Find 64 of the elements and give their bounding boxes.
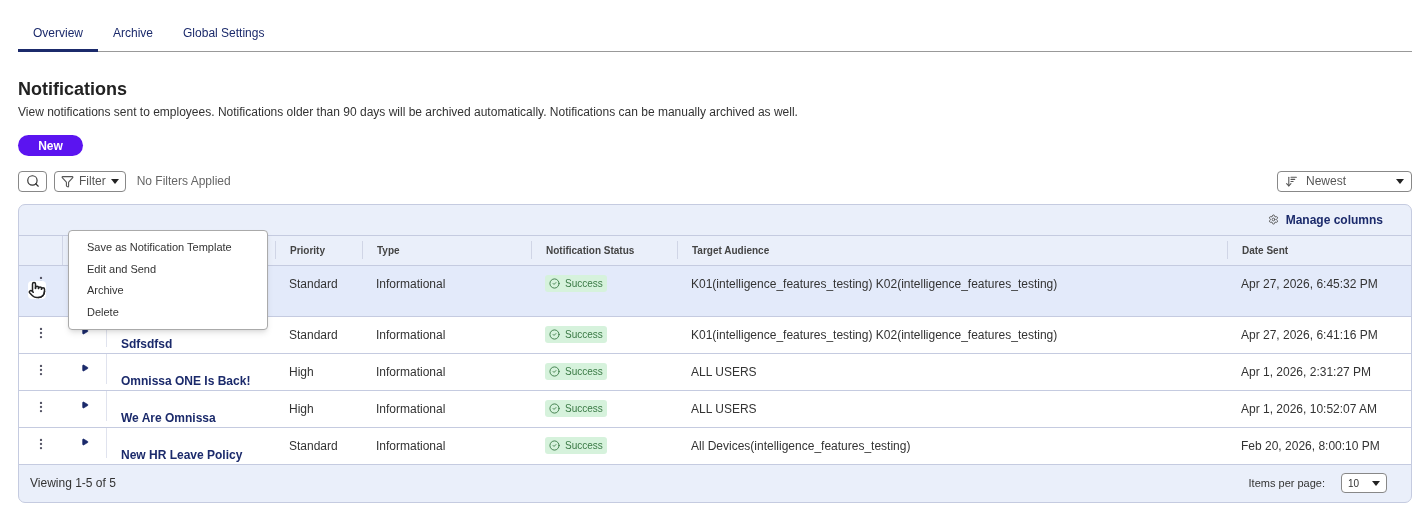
table-cell: ALL USERS	[691, 364, 757, 379]
page-title: Notifications	[18, 78, 128, 101]
status-badge: Success	[545, 362, 607, 380]
new-button[interactable]: New	[18, 135, 83, 156]
status-badge: Success	[545, 399, 607, 417]
notification-title[interactable]: New HR Leave Policy	[121, 447, 243, 462]
menu-item[interactable]: Save as Notification Template	[69, 236, 267, 258]
caret-icon	[1372, 480, 1380, 486]
table-cell: Standard	[289, 438, 338, 453]
status-badge: Success	[545, 325, 607, 343]
search-button[interactable]	[18, 170, 47, 192]
table-cell: Apr 1, 2026, 2:31:27 PM	[1241, 364, 1372, 379]
status-badge: Success	[545, 274, 607, 292]
column-header: Target Audience	[692, 243, 770, 258]
expand-icon[interactable]	[80, 437, 89, 446]
column-header: Priority	[290, 243, 325, 258]
tab[interactable]: Overview	[18, 24, 98, 52]
table-cell: Informational	[376, 401, 446, 416]
search-icon	[25, 174, 40, 188]
table-cell: Apr 27, 2026, 6:41:16 PM	[1241, 327, 1378, 342]
expand-icon[interactable]	[80, 400, 89, 409]
items-per-page-label: Items per page:	[1248, 475, 1325, 491]
table-row[interactable]: We Are Omnissa High Informational Success ALL USERS Apr 1, 2026, 10:52:07 AM	[19, 390, 1411, 428]
table-cell: Informational	[376, 364, 446, 379]
table-row[interactable]: Sdfsdfsd Standard Informational Success K01(intelligence_features_testing) K02(intelligence_features_testing) Apr 27, 2026, 6:41:16 PM	[19, 316, 1411, 354]
table-row[interactable]: Omnissa ONE Is Back! High Informational Success ALL USERS Apr 1, 2026, 2:31:27 PM	[19, 353, 1411, 391]
table-cell: Informational	[376, 438, 446, 453]
sort-dropdown[interactable]: Newest	[1277, 170, 1412, 192]
notification-title[interactable]: We Are Omnissa	[121, 410, 216, 425]
table-cell: High	[289, 401, 314, 416]
expand-icon[interactable]	[80, 363, 89, 372]
notification-title[interactable]: Omnissa ONE Is Back!	[121, 373, 251, 388]
caret-icon	[110, 178, 119, 184]
gear-icon	[1267, 214, 1279, 225]
table-cell: Standard	[289, 276, 338, 291]
tab[interactable]: Archive	[98, 24, 169, 52]
column-header: Type	[377, 243, 400, 258]
table-cell: All Devices(intelligence_features_testing)	[691, 438, 911, 453]
table-cell: Informational	[376, 327, 446, 342]
manage-columns-button[interactable]: Manage columns	[1267, 210, 1383, 229]
tab[interactable]: Global Settings	[168, 24, 280, 52]
menu-item[interactable]: Archive	[69, 279, 267, 301]
table-cell: Informational	[376, 276, 446, 291]
page-description: View notifications sent to employees. Notifications older than 90 days will be archived automatically. Notifications can be manually archived as well.	[18, 104, 799, 121]
table-cell: High	[289, 364, 314, 379]
filter-status: No Filters Applied	[136, 173, 231, 190]
caret-icon	[1396, 178, 1404, 184]
column-header: Date Sent	[1242, 243, 1289, 258]
sort-icon	[1285, 174, 1298, 188]
pagination-summary: Viewing 1-5 of 5	[30, 475, 116, 492]
table-cell: Feb 20, 2026, 8:00:10 PM	[1241, 438, 1380, 453]
table-cell: K01(intelligence_features_testing) K02(intelligence_features_testing)	[691, 276, 1058, 291]
notification-title[interactable]: Sdfsdfsd	[121, 336, 173, 351]
filter-button[interactable]: Filter	[54, 170, 126, 192]
table-cell: Standard	[289, 327, 338, 342]
items-per-page-dropdown[interactable]: 10	[1341, 473, 1387, 493]
column-header: Notification Status	[546, 243, 635, 258]
table-cell: ALL USERS	[691, 401, 757, 416]
status-badge: Success	[545, 436, 607, 454]
table-cell: K01(intelligence_features_testing) K02(intelligence_features_testing)	[691, 327, 1058, 342]
funnel-icon	[61, 174, 74, 188]
table-cell: Apr 27, 2026, 6:45:32 PM	[1241, 276, 1378, 291]
table-cell: Apr 1, 2026, 10:52:07 AM	[1241, 401, 1378, 416]
table-row[interactable]: New HR Leave Policy Standard Informational Success All Devices(intelligence_features_testing) Feb 20, 2026, 8:00:10 PM	[19, 427, 1411, 465]
